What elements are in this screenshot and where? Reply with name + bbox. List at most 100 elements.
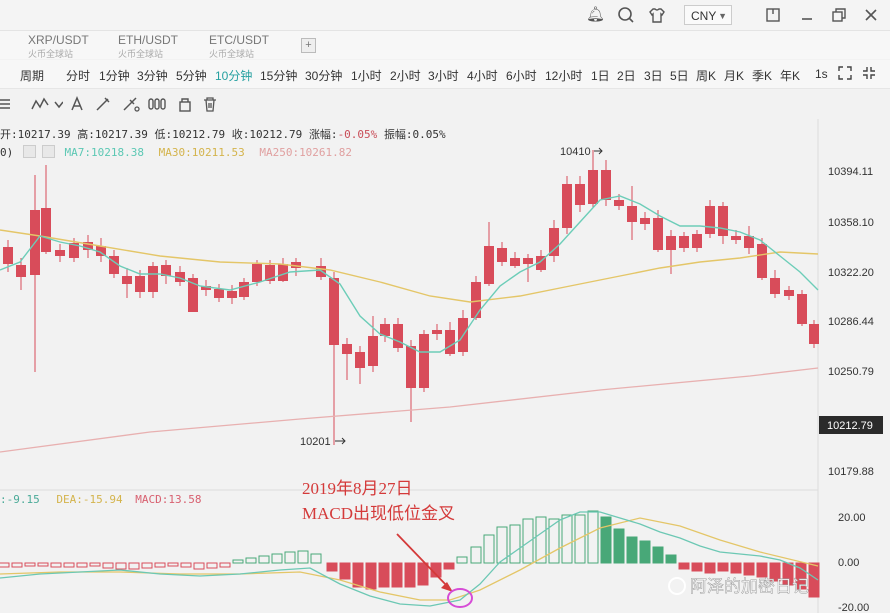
macd-bar-positive xyxy=(652,546,664,564)
candle-body xyxy=(653,218,663,250)
price-tick: 10358.10 xyxy=(828,217,874,229)
candle-body xyxy=(122,276,132,284)
candle-body xyxy=(770,278,780,294)
candle-body xyxy=(510,258,520,266)
macd-bar-negative xyxy=(89,562,101,567)
candle-body xyxy=(640,218,650,224)
candle-body xyxy=(41,208,51,252)
candle-body xyxy=(731,236,741,240)
macd-bar-negative xyxy=(180,562,192,568)
candle-body xyxy=(484,246,494,284)
candle-body xyxy=(523,258,533,264)
macd-bar-negative xyxy=(11,562,23,568)
macd-bar-positive xyxy=(600,516,612,564)
macd-bar-positive xyxy=(470,546,482,564)
macd-bar-positive xyxy=(509,524,521,564)
candle-body xyxy=(55,250,65,256)
macd-bar-negative xyxy=(141,562,153,569)
macd-bar-positive xyxy=(665,554,677,564)
macd-tick: -20.00 xyxy=(838,602,869,613)
candle-body xyxy=(329,278,339,345)
candle-body xyxy=(562,184,572,228)
price-tick: 10322.20 xyxy=(828,267,874,279)
candle-body xyxy=(692,234,702,248)
candle-body xyxy=(497,248,507,262)
macd-bar-negative xyxy=(326,562,338,572)
macd-bar-negative xyxy=(717,562,729,572)
golden-cross-marker xyxy=(447,588,473,608)
macd-bar-negative xyxy=(756,562,768,578)
macd-bar-positive xyxy=(271,553,283,564)
low-price-label: 10201 xyxy=(300,436,331,448)
macd-bar-negative xyxy=(63,562,75,568)
macd-bar-negative xyxy=(404,562,416,588)
macd-bar-positive xyxy=(284,551,296,564)
price-tick: 10394.11 xyxy=(828,166,873,178)
candle-body xyxy=(432,330,442,334)
macd-bar-negative xyxy=(0,562,10,568)
macd-bar-negative xyxy=(50,562,62,568)
macd-bar-positive xyxy=(587,510,599,564)
macd-bar-negative xyxy=(167,562,179,567)
candle-body xyxy=(239,282,249,297)
macd-bar-positive xyxy=(522,518,534,564)
macd-bar-negative xyxy=(206,562,218,569)
candle-body xyxy=(679,236,689,248)
macd-bar-negative xyxy=(219,562,231,568)
watermark-text: 阿泽的加密日记 xyxy=(690,577,809,597)
candle-body xyxy=(148,266,158,292)
candle-body xyxy=(445,330,455,354)
macd-bar-positive xyxy=(310,553,322,564)
price-tick: 10179.88 xyxy=(828,466,874,478)
annotation-date: 2019年8月27日 xyxy=(302,479,413,498)
candle-body xyxy=(227,291,237,298)
price-chart[interactable]: 10394.11 10358.10 10322.20 10286.44 1025… xyxy=(0,0,890,613)
candle-body xyxy=(252,264,262,282)
low-arrow-icon xyxy=(335,437,346,445)
macd-bar-negative xyxy=(339,562,351,580)
candle-body xyxy=(393,324,403,348)
candle-body xyxy=(406,346,416,388)
candle-body xyxy=(575,184,585,205)
macd-bar-negative xyxy=(443,562,455,570)
macd-bar-positive xyxy=(561,514,573,564)
candle-body xyxy=(368,336,378,366)
macd-bar-negative xyxy=(417,562,429,586)
macd-bar-negative xyxy=(352,562,364,588)
current-price-label: 10212.79 xyxy=(827,420,873,432)
macd-tick: 20.00 xyxy=(838,512,866,524)
candle-body xyxy=(627,206,637,222)
candle-body xyxy=(3,247,13,264)
candle-body xyxy=(601,170,611,200)
macd-bar-positive xyxy=(232,559,244,564)
candle-body xyxy=(355,352,365,368)
candle-body xyxy=(419,334,429,388)
macd-bar-positive xyxy=(574,514,586,564)
candle-body xyxy=(666,236,676,250)
candle-body xyxy=(135,276,145,292)
macd-bar-positive xyxy=(639,540,651,564)
macd-bar-negative xyxy=(128,562,140,570)
candle-body xyxy=(705,206,715,234)
macd-bar-negative xyxy=(730,562,742,574)
candle-body xyxy=(471,282,481,318)
macd-bar-negative xyxy=(678,562,690,570)
macd-bar-positive xyxy=(483,534,495,564)
candle-body xyxy=(757,244,767,278)
macd-bar-negative xyxy=(365,562,377,590)
watermark-logo-icon xyxy=(668,577,686,595)
macd-bar-positive xyxy=(245,557,257,564)
macd-bar-negative xyxy=(24,562,36,567)
macd-bar-negative xyxy=(154,562,166,568)
macd-bar-negative xyxy=(391,562,403,588)
candle-body xyxy=(16,265,26,277)
macd-bar-negative xyxy=(378,562,390,588)
candles-layer xyxy=(3,150,819,445)
candle-body xyxy=(809,324,819,344)
macd-bar-positive xyxy=(456,556,468,564)
macd-bar-negative xyxy=(115,562,127,570)
annotation-arrowhead xyxy=(441,582,453,592)
candle-body xyxy=(784,290,794,296)
macd-bar-negative xyxy=(193,562,205,570)
candle-body xyxy=(342,344,352,354)
